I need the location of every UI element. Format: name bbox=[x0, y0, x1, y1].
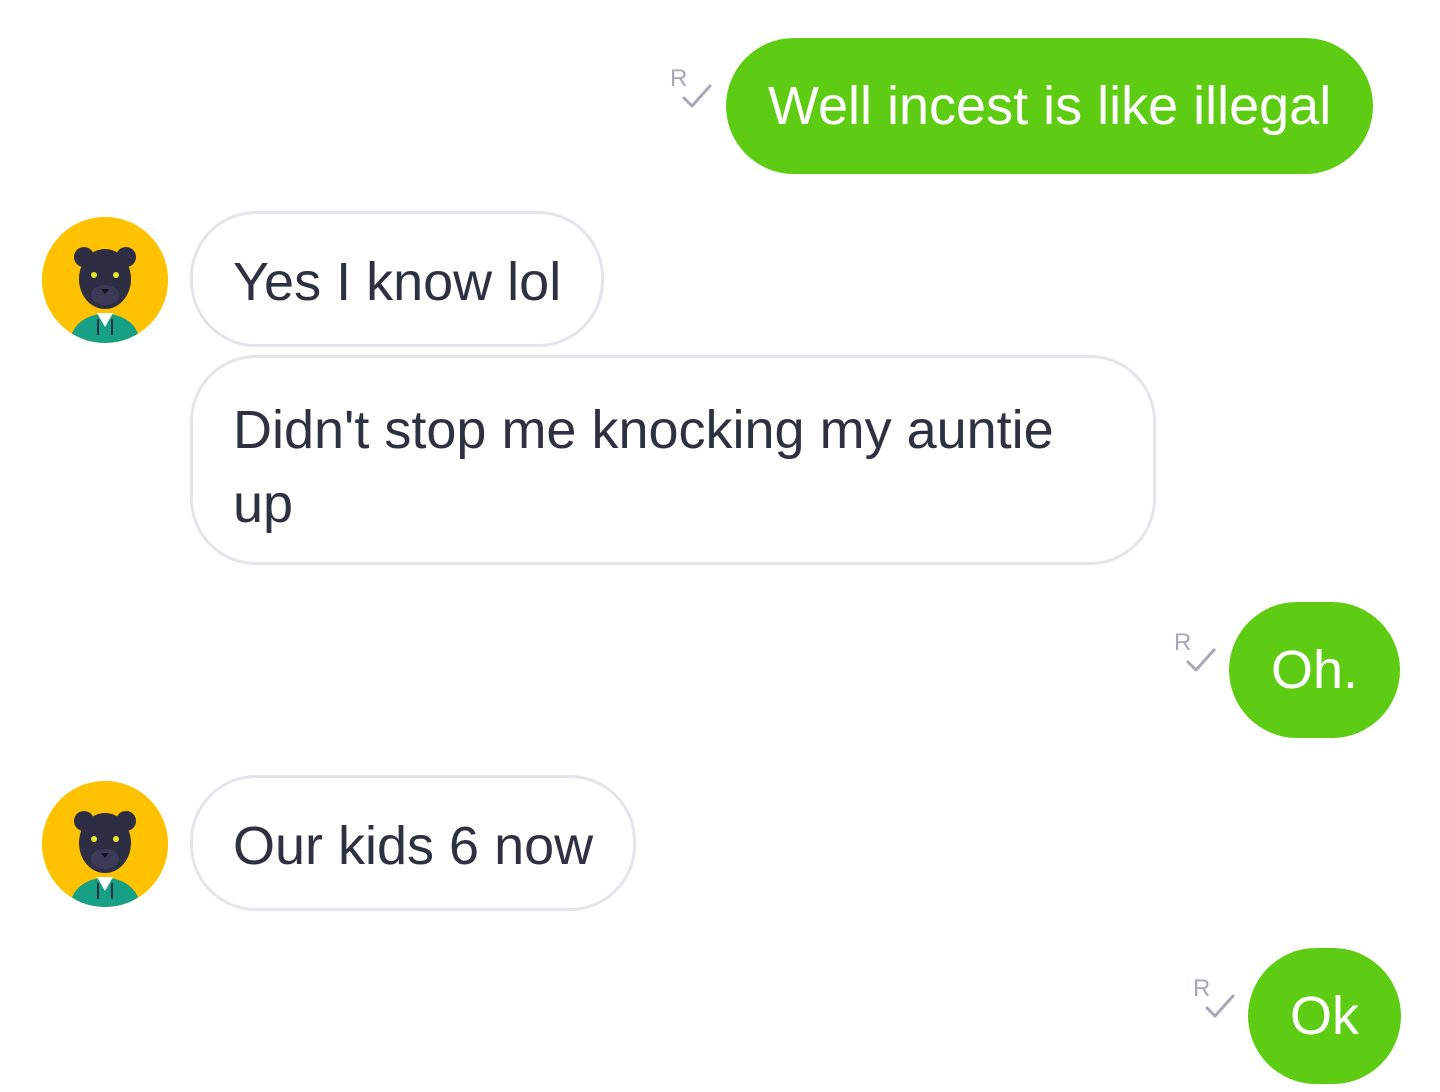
contact-avatar[interactable] bbox=[42, 781, 168, 907]
contact-avatar[interactable] bbox=[42, 217, 168, 343]
message-text: Oh. bbox=[1271, 640, 1359, 700]
incoming-message[interactable]: Yes I know lol bbox=[190, 211, 605, 347]
message-text: Yes I know lol bbox=[233, 252, 562, 312]
message-text: Well incest is like illegal bbox=[768, 76, 1332, 136]
message-text: Didn't stop me knocking my auntie up bbox=[233, 400, 1054, 534]
outgoing-message[interactable]: Oh. bbox=[1229, 602, 1401, 738]
panther-avatar-icon bbox=[42, 217, 168, 343]
message-text: Our kids 6 now bbox=[233, 816, 594, 876]
incoming-message[interactable]: Didn't stop me knocking my auntie up bbox=[190, 355, 1156, 565]
read-receipt-icon: R bbox=[670, 65, 712, 108]
svg-text:R: R bbox=[670, 65, 687, 92]
message-text: Ok bbox=[1290, 986, 1360, 1046]
read-receipt-icon: R bbox=[1193, 975, 1235, 1018]
svg-text:R: R bbox=[1174, 629, 1191, 656]
panther-avatar-icon bbox=[42, 781, 168, 907]
outgoing-message[interactable]: Well incest is like illegal bbox=[726, 38, 1374, 174]
outgoing-message[interactable]: Ok bbox=[1248, 948, 1402, 1084]
read-receipt-icon: R bbox=[1174, 629, 1216, 672]
svg-text:R: R bbox=[1193, 975, 1210, 1002]
incoming-message[interactable]: Our kids 6 now bbox=[190, 775, 637, 911]
